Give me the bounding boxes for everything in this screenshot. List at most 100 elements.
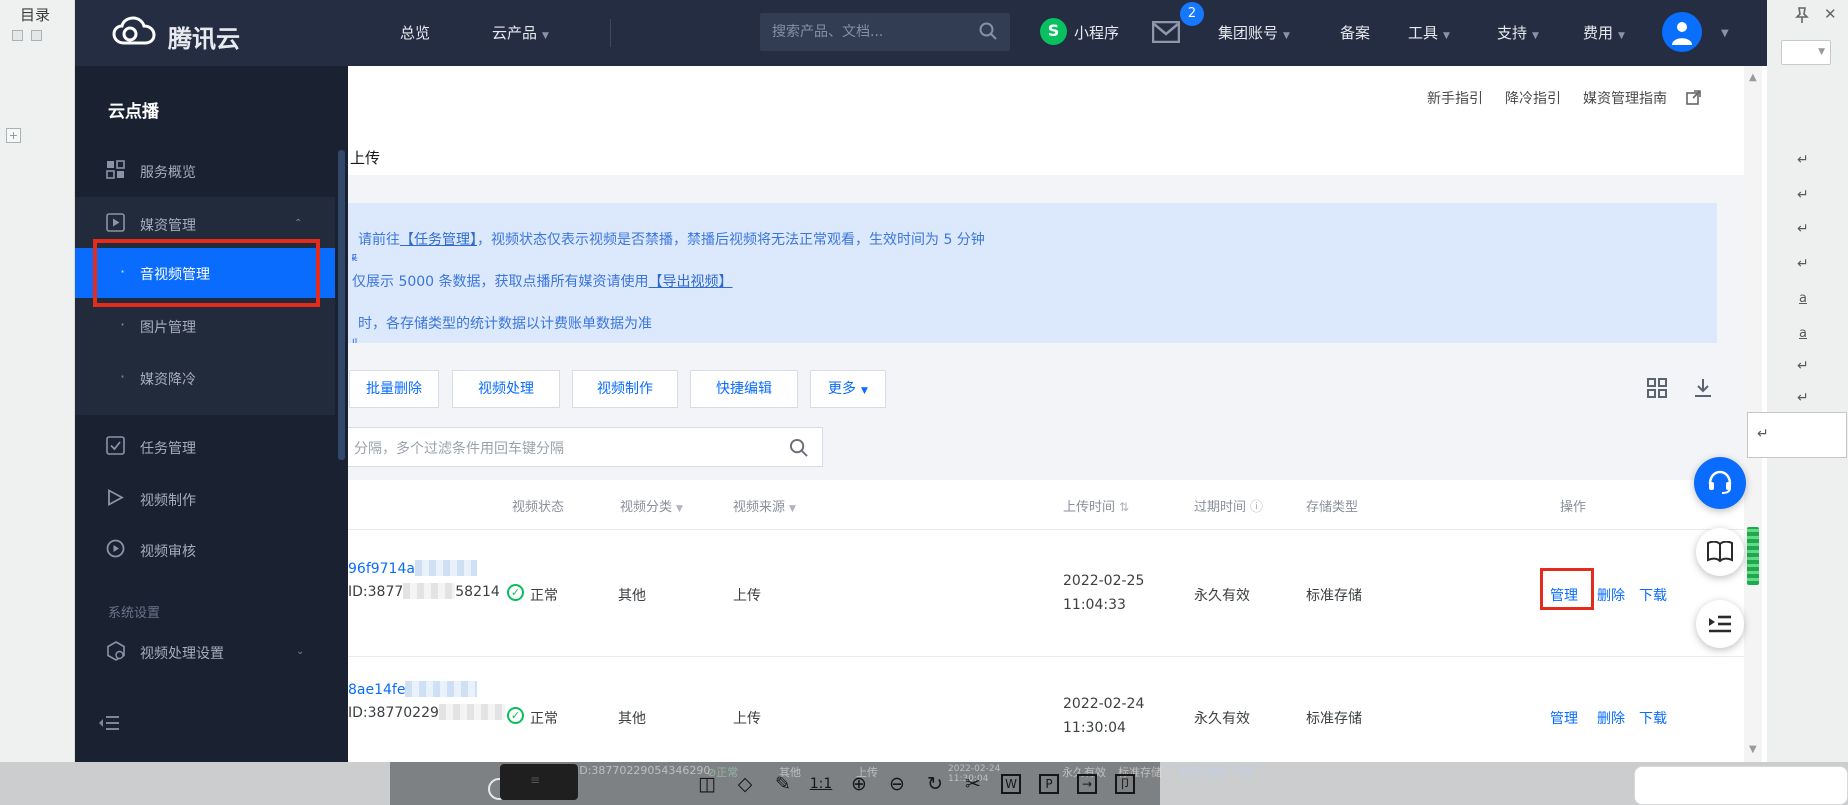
video-process-button[interactable]: 视频处理 [452, 370, 560, 408]
guide-link-beginner[interactable]: 新手指引 [1427, 88, 1483, 108]
filter-search-input[interactable]: 分隔，多个过滤条件用回车键分隔 [348, 427, 823, 467]
paragraph-mark: ↵ [1797, 256, 1809, 272]
avatar[interactable] [1662, 12, 1702, 52]
chevron-down-icon: ▼ [1818, 47, 1825, 57]
nav-overview[interactable]: 总览 [400, 22, 430, 43]
mini-program-icon[interactable]: S [1040, 18, 1067, 45]
nav-group-account[interactable]: 集团账号▼ [1218, 22, 1290, 43]
brand-title[interactable]: 腾讯云 [168, 19, 240, 54]
overview-grid-icon [106, 160, 125, 179]
batch-delete-button[interactable]: 批量删除 [349, 370, 439, 408]
nav-icp[interactable]: 备案 [1340, 22, 1370, 43]
notification-badge[interactable]: 2 [1180, 2, 1204, 26]
nav-billing[interactable]: 费用▼ [1583, 22, 1625, 43]
sidebar-item-media-management[interactable]: 媒资管理 [140, 215, 196, 235]
rotate-icon[interactable]: ↻ [918, 770, 952, 798]
pin-icon[interactable] [1793, 6, 1811, 24]
feedback-list-button[interactable] [1696, 600, 1744, 648]
manage-link[interactable]: 管理 [1550, 708, 1578, 728]
download-link[interactable]: 下载 [1639, 585, 1667, 605]
search-input[interactable]: 搜索产品、文档... [760, 13, 1010, 51]
screenshot-stage: 目录 + 腾讯云 总览 云产品▼ 搜索产品、文档... S 小程序 2 集团账号… [0, 0, 1848, 805]
annotate-icon[interactable]: ✎ [766, 770, 800, 798]
chevron-down-icon: ▼ [1443, 31, 1450, 41]
send-icon[interactable]: → [1070, 770, 1104, 798]
filter-funnel-icon[interactable]: ▼ [676, 504, 683, 514]
sidebar-item-production[interactable]: 视频制作 [140, 490, 196, 510]
menu-icon: ≡ [530, 773, 540, 787]
sidebar-item-images[interactable]: 图片管理 [140, 317, 196, 337]
sidebar-item-review[interactable]: 视频审核 [140, 541, 196, 561]
search-icon[interactable] [978, 21, 998, 41]
table-row-filename[interactable]: 96f9714a [348, 558, 477, 577]
ghost-row-actions: 管理 删除 下载 [1180, 764, 1253, 780]
sidebar-item-tasks[interactable]: 任务管理 [140, 438, 196, 458]
zoom-out-icon[interactable]: ⊖ [880, 770, 914, 798]
col-header-expire-time[interactable]: 过期时间ⓘ [1194, 496, 1263, 515]
split-view-icon[interactable]: ◫ [690, 770, 724, 798]
paragraph-mark: ↵ [1797, 152, 1809, 168]
collapse-sidebar-icon[interactable] [98, 714, 120, 732]
task-management-link[interactable]: 【任务管理】 [400, 232, 477, 248]
toc-mini-icon[interactable] [31, 30, 42, 41]
toc-label: 目录 [20, 4, 50, 25]
notice-line-2: 仅展示 5000 条数据，获取点播所有媒资请使用【导出视频】 [352, 261, 1717, 303]
export-w-icon[interactable]: W [994, 770, 1028, 798]
expand-plus-icon[interactable]: + [6, 128, 21, 143]
chevron-down-icon[interactable]: ⌄ [296, 646, 304, 657]
guide-link-media-manual[interactable]: 媒资管理指南 [1583, 88, 1667, 108]
chevron-up-icon[interactable]: ⌃ [294, 218, 302, 229]
sidebar-scrollbar-thumb[interactable] [338, 150, 345, 460]
quick-edit-button[interactable]: 快捷编辑 [690, 370, 798, 408]
export-p-icon[interactable]: P [1032, 770, 1066, 798]
effects-icon[interactable]: ◇ [728, 770, 762, 798]
nav-mini-program[interactable]: 小程序 [1074, 22, 1119, 43]
tencent-cloud-logo-icon[interactable] [110, 16, 162, 52]
docs-button[interactable] [1696, 528, 1744, 576]
chevron-down-icon: ▼ [1532, 31, 1539, 41]
video-produce-button[interactable]: 视频制作 [572, 370, 678, 408]
export-video-link[interactable]: 【导出视频】 [649, 274, 733, 290]
nav-tools[interactable]: 工具▼ [1408, 22, 1450, 43]
delete-link[interactable]: 删除 [1597, 585, 1625, 605]
toc-mini-icon[interactable] [12, 30, 23, 41]
document-cell: ↵ [1747, 412, 1847, 458]
nav-support[interactable]: 支持▼ [1497, 22, 1539, 43]
chevron-down-icon[interactable]: ▼ [1721, 28, 1729, 39]
guide-link-cooling[interactable]: 降冷指引 [1505, 88, 1561, 108]
toolbar-tooltip-box: ≡ [500, 764, 578, 800]
customer-service-button[interactable] [1694, 457, 1746, 509]
upload-tab-label[interactable]: 上传 [350, 147, 380, 168]
mail-icon[interactable] [1152, 21, 1180, 43]
nav-products[interactable]: 云产品▼ [492, 22, 549, 43]
paragraph-mark: ↵ [1797, 187, 1809, 203]
col-header-upload-time[interactable]: 上传时间⇅ [1063, 496, 1129, 515]
sidebar-item-cooling[interactable]: 媒资降冷 [140, 369, 196, 389]
actual-size-icon[interactable]: 1:1 [804, 770, 838, 798]
crop-icon[interactable]: ✂ [956, 770, 990, 798]
external-link-icon[interactable] [1686, 90, 1701, 105]
more-button[interactable]: 更多▼ [810, 370, 886, 408]
info-icon[interactable]: ⓘ [1250, 500, 1263, 515]
scrollbar-thumb-green[interactable] [1747, 527, 1759, 585]
sort-icon[interactable]: ⇅ [1119, 500, 1129, 514]
filter-funnel-icon[interactable]: ▼ [789, 504, 796, 514]
close-icon[interactable]: ✕ [1824, 5, 1837, 23]
search-icon[interactable] [789, 438, 808, 457]
scroll-down-icon[interactable]: ▼ [1749, 744, 1757, 755]
download-list-icon[interactable] [1692, 377, 1714, 399]
host-input-box[interactable] [1634, 766, 1848, 805]
grid-view-icon[interactable] [1646, 377, 1668, 399]
table-row-filename[interactable]: 8ae14fe [348, 679, 477, 698]
download-link[interactable]: 下载 [1639, 708, 1667, 728]
zoom-combobox[interactable]: ▼ [1781, 40, 1831, 65]
col-header-source[interactable]: 视频来源▼ [733, 496, 796, 515]
sidebar-item-processing-settings[interactable]: 视频处理设置 [140, 643, 224, 663]
scroll-up-icon[interactable]: ▲ [1749, 72, 1757, 83]
delete-link[interactable]: 删除 [1597, 708, 1625, 728]
col-header-category[interactable]: 视频分类▼ [620, 496, 683, 515]
print-icon[interactable]: 卩 [1108, 770, 1142, 798]
sidebar-item-overview[interactable]: 服务概览 [140, 162, 196, 182]
zoom-in-icon[interactable]: ⊕ [842, 770, 876, 798]
paragraph-mark: ↵ [1797, 221, 1809, 237]
